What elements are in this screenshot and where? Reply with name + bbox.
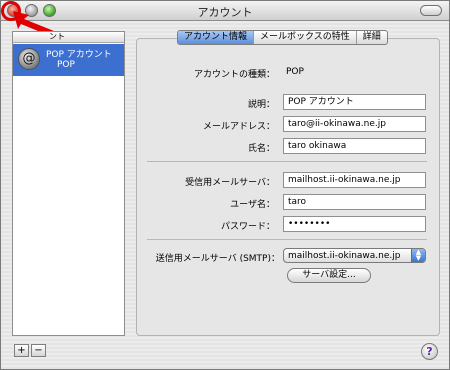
password-label: パスワード： bbox=[220, 222, 275, 232]
account-list-header: ント bbox=[13, 32, 124, 43]
divider bbox=[147, 161, 427, 162]
smtp-server-popup[interactable]: mailhost.ii-okinawa.ne.jp ▲ ▼ bbox=[283, 248, 426, 263]
toolbar-toggle-button[interactable] bbox=[420, 5, 442, 16]
add-account-button[interactable]: + bbox=[14, 344, 29, 357]
username-label: ユーザ名： bbox=[230, 200, 275, 210]
popup-arrows-icon: ▲ ▼ bbox=[411, 249, 425, 262]
at-sign-icon: @ bbox=[18, 48, 40, 70]
email-label: メールアドレス： bbox=[202, 122, 275, 132]
fullname-label: 氏名： bbox=[247, 144, 275, 154]
account-type: POP bbox=[57, 60, 75, 70]
list-item[interactable]: @ POP アカウント POP bbox=[13, 44, 124, 76]
fullname-field[interactable]: taro okinawa bbox=[283, 138, 426, 154]
email-field[interactable]: taro@ii-okinawa.ne.jp bbox=[283, 116, 426, 132]
tab-mailbox-behaviors[interactable]: メールボックスの特性 bbox=[254, 31, 357, 44]
title-bar[interactable]: アカウント bbox=[1, 1, 449, 21]
password-field[interactable]: •••••••• bbox=[283, 216, 426, 232]
description-field[interactable]: POP アカウント bbox=[283, 94, 426, 110]
smtp-label: 送信用メールサーバ (SMTP)： bbox=[155, 254, 280, 264]
help-button[interactable]: ? bbox=[421, 343, 438, 360]
account-list[interactable]: ント @ POP アカウント POP bbox=[12, 31, 125, 336]
account-name: POP アカウント bbox=[46, 50, 112, 60]
account-type-value: POP bbox=[286, 67, 304, 77]
account-type-label: アカウントの種類： bbox=[193, 70, 275, 80]
incoming-server-label: 受信用メールサーバ： bbox=[185, 178, 275, 188]
tab-bar: アカウント情報 メールボックスの特性 詳細 bbox=[177, 30, 388, 45]
remove-account-button[interactable]: − bbox=[31, 344, 46, 357]
username-field[interactable]: taro bbox=[283, 194, 426, 210]
window-title: アカウント bbox=[197, 6, 253, 19]
smtp-server-value: mailhost.ii-okinawa.ne.jp bbox=[288, 251, 401, 261]
server-settings-button[interactable]: サーバ設定... bbox=[287, 268, 371, 283]
description-label: 説明： bbox=[247, 100, 275, 110]
divider bbox=[147, 239, 427, 240]
incoming-server-field[interactable]: mailhost.ii-okinawa.ne.jp bbox=[283, 172, 426, 188]
tab-account-info[interactable]: アカウント情報 bbox=[178, 31, 255, 44]
tab-advanced[interactable]: 詳細 bbox=[357, 31, 387, 44]
